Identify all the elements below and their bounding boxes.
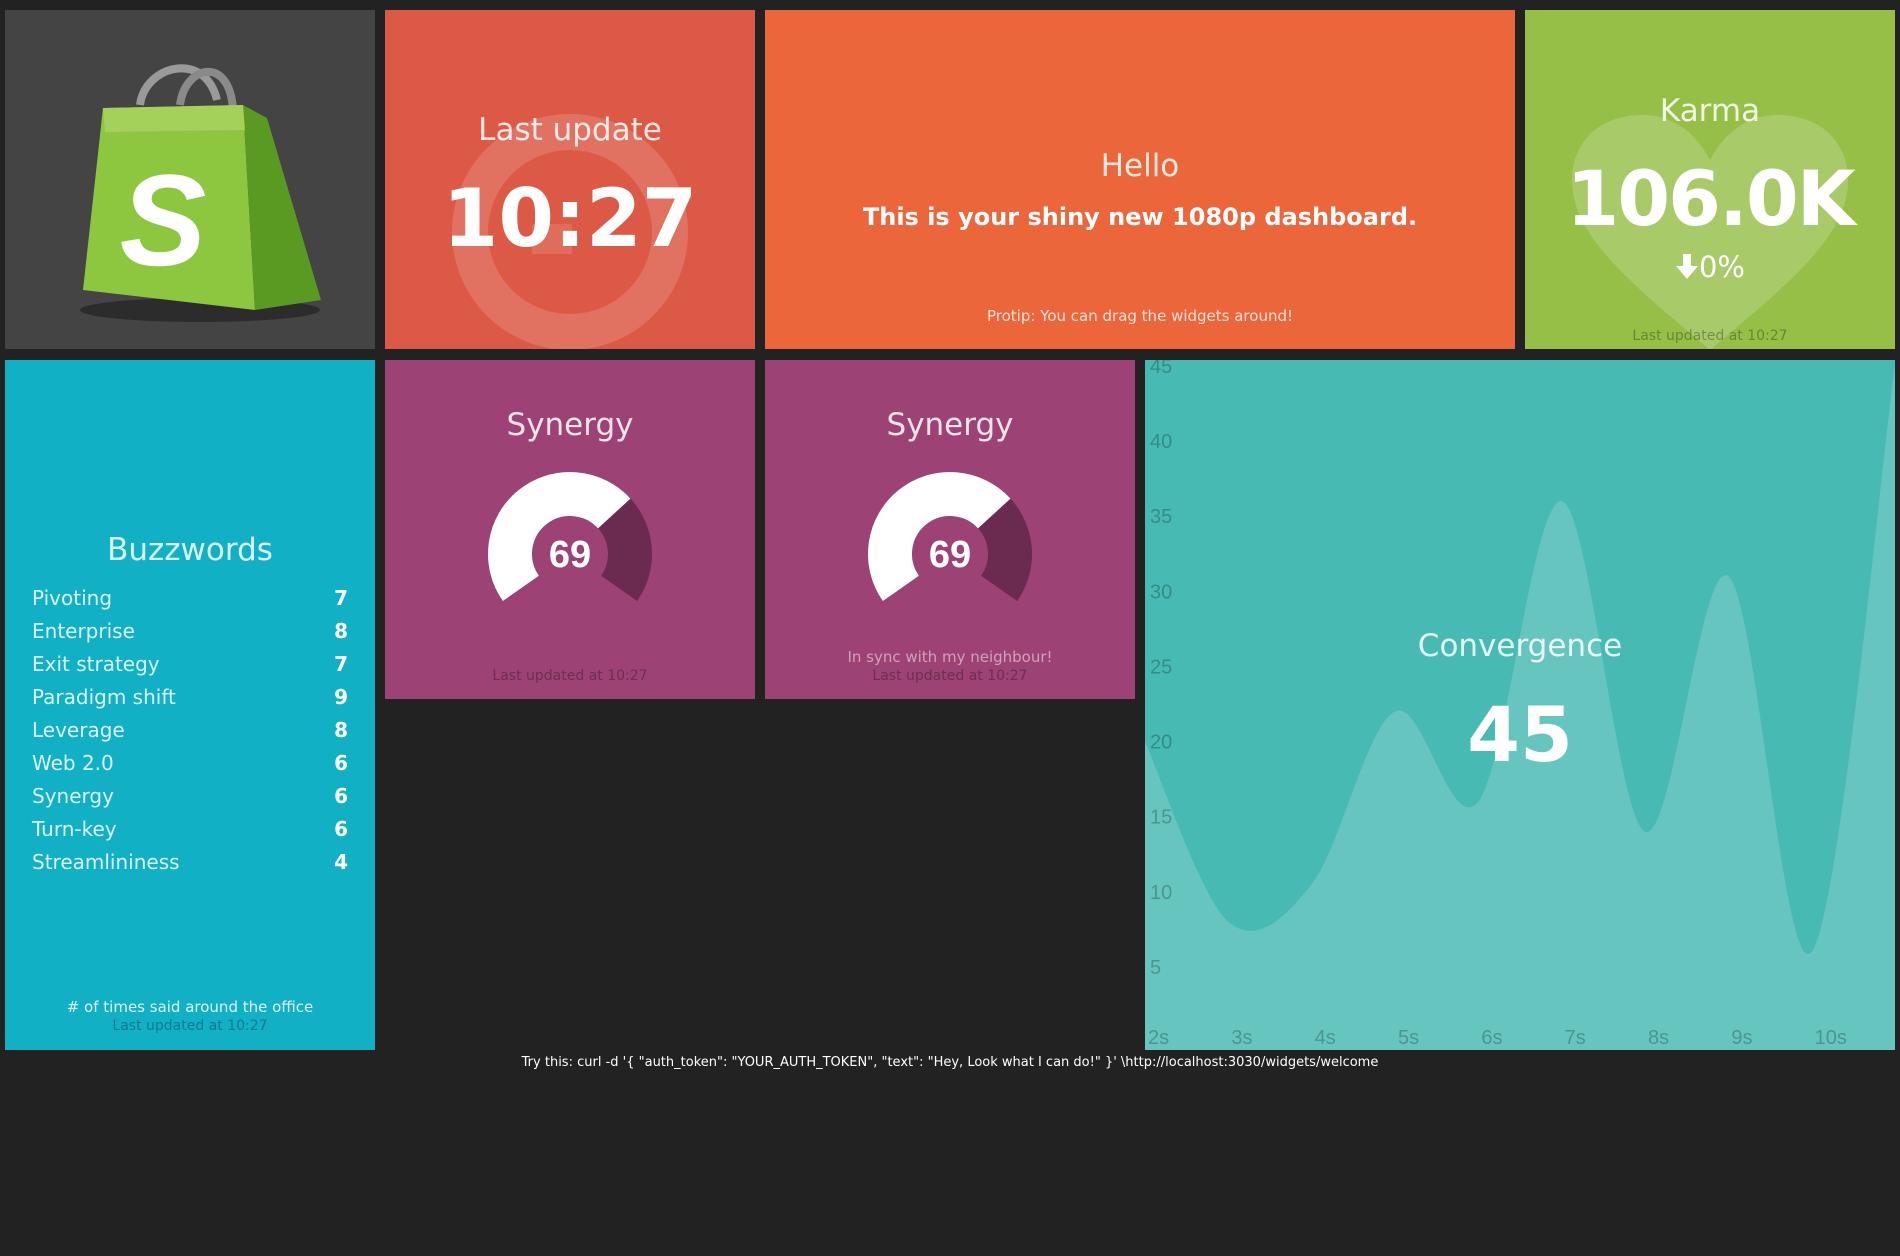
x-tick-label: 6s: [1481, 1027, 1502, 1049]
synergy-gauge: 69: [868, 472, 1032, 602]
buzzword-count: 8: [334, 619, 348, 643]
x-tick-label: 8s: [1648, 1027, 1669, 1049]
buzzword-count: 6: [334, 817, 348, 841]
convergence-title: Convergence: [1417, 628, 1623, 664]
buzzword-count: 7: [334, 652, 348, 676]
convergence-widget[interactable]: 5 10 15 20 25 30 35 40 45 2s 3s 4s 5s 6s 7s 8s 9s 10s Con…: [1145, 360, 1895, 1050]
gauge-value: 69: [549, 534, 591, 576]
x-tick-label: 10s: [1815, 1027, 1847, 1049]
list-item: Synergy 6: [32, 780, 348, 813]
buzzword-count: 7: [334, 586, 348, 610]
welcome-widget[interactable]: Hello This is your shiny new 1080p dashb…: [765, 10, 1515, 349]
y-tick-label: 10: [1150, 882, 1172, 904]
y-tick-label: 45: [1150, 360, 1172, 378]
list-item: Paradigm shift 9: [32, 681, 348, 714]
synergy-caption: In sync with my neighbour!: [847, 648, 1053, 666]
buzzwords-caption: # of times said around the office: [66, 998, 314, 1016]
synergy-gauge: 69: [488, 472, 652, 602]
karma-change-value: 0%: [1698, 250, 1745, 284]
buzzword-label: Leverage: [32, 718, 125, 742]
clock-time: 10:27: [442, 172, 698, 265]
buzzword-label: Streamlininess: [32, 850, 180, 874]
karma-updated-at: Last updated at 10:27: [1632, 328, 1788, 344]
buzzwords-widget[interactable]: Buzzwords Pivoting 7 Enterprise 8 Exit str…: [5, 360, 375, 1050]
shopify-bag-logo: S: [80, 64, 321, 322]
y-tick-label: 15: [1150, 807, 1172, 829]
clock-title: Last update: [478, 112, 662, 148]
buzzword-label: Turn-key: [32, 817, 117, 841]
karma-widget[interactable]: Karma 106.0K 0% Last updated at 10:27: [1525, 10, 1895, 349]
buzzword-label: Exit strategy: [32, 652, 160, 676]
synergy-updated-at: Last updated at 10:27: [492, 668, 648, 684]
x-tick-label: 4s: [1315, 1027, 1336, 1049]
arrow-down-icon: [1675, 254, 1698, 279]
buzzword-count: 6: [334, 784, 348, 808]
buzzword-label: Web 2.0: [32, 751, 114, 775]
x-tick-label: 7s: [1565, 1027, 1586, 1049]
x-tick-label: 5s: [1398, 1027, 1419, 1049]
list-item: Leverage 8: [32, 714, 348, 747]
y-tick-label: 5: [1150, 957, 1161, 979]
buzzwords-updated-at: Last updated at 10:27: [112, 1018, 268, 1034]
welcome-title: Hello: [1100, 148, 1180, 184]
synergy-widget-2[interactable]: Synergy 69 In sync with my neighbour! La…: [765, 360, 1135, 699]
welcome-message: This is your shiny new 1080p dashboard.: [862, 203, 1418, 231]
gauge-value: 69: [929, 534, 971, 576]
karma-value: 106.0K: [1566, 154, 1855, 243]
list-item: Pivoting 7: [32, 582, 348, 615]
y-tick-label: 40: [1150, 431, 1172, 453]
list-item: Enterprise 8: [32, 615, 348, 648]
x-tick-label: 2s: [1148, 1027, 1169, 1049]
buzzword-label: Paradigm shift: [32, 685, 176, 709]
buzzword-label: Enterprise: [32, 619, 135, 643]
buzzword-count: 9: [334, 685, 348, 709]
y-tick-label: 30: [1150, 581, 1172, 603]
list-item: Web 2.0 6: [32, 747, 348, 780]
synergy-widget[interactable]: Synergy 69 Last updated at 10:27: [385, 360, 755, 699]
buzzword-count: 6: [334, 751, 348, 775]
buzzwords-title: Buzzwords: [107, 532, 273, 568]
footer-hint: Try this: curl -d '{ "auth_token": "YOUR…: [521, 1055, 1379, 1070]
buzzword-label: Synergy: [32, 784, 114, 808]
list-item: Streamlininess 4: [32, 846, 348, 879]
x-tick-label: 9s: [1731, 1027, 1752, 1049]
synergy-updated-at: Last updated at 10:27: [872, 668, 1028, 684]
buzzword-count: 4: [334, 850, 348, 874]
list-item: Turn-key 6: [32, 813, 348, 846]
synergy-title: Synergy: [506, 407, 634, 443]
buzzwords-list: Pivoting 7 Enterprise 8 Exit strategy 7 Par…: [32, 582, 348, 879]
clock-widget[interactable]: Last update 10:27: [385, 10, 755, 349]
karma-title: Karma: [1659, 93, 1761, 129]
buzzword-count: 8: [334, 718, 348, 742]
logo-widget[interactable]: S: [5, 10, 375, 349]
y-tick-label: 35: [1150, 506, 1172, 528]
convergence-value: 45: [1467, 690, 1573, 779]
buzzword-label: Pivoting: [32, 586, 113, 610]
welcome-protip: Protip: You can drag the widgets around!: [986, 307, 1293, 325]
list-item: Exit strategy 7: [32, 648, 348, 681]
x-tick-label: 3s: [1231, 1027, 1252, 1049]
svg-text:S: S: [120, 147, 207, 293]
synergy-title: Synergy: [886, 407, 1014, 443]
karma-change: 0%: [1525, 250, 1895, 284]
